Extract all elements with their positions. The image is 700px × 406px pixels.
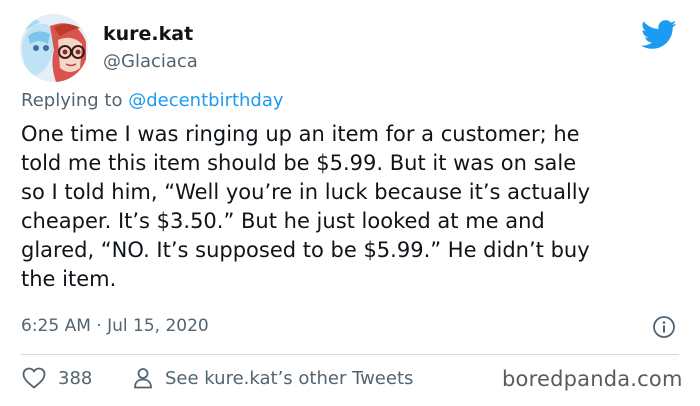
- replying-to-mention[interactable]: @decentbirthday: [128, 90, 283, 111]
- see-other-tweets-label: See kure.kat’s other Tweets: [165, 367, 414, 389]
- like-button[interactable]: 388: [22, 367, 92, 389]
- tweet-timestamp[interactable]: 6:25 AM · Jul 15, 2020: [21, 316, 209, 336]
- avatar[interactable]: [20, 14, 88, 82]
- divider: [21, 354, 679, 355]
- tweet-text-line: the item.: [21, 267, 117, 291]
- see-other-tweets-link[interactable]: See kure.kat’s other Tweets: [133, 367, 413, 389]
- info-icon[interactable]: [652, 315, 676, 339]
- tweet-text-line: cheaper. It’s $3.50.” But he just looked…: [21, 209, 545, 233]
- tweet-text-line: One time I was ringing up an item for a …: [21, 122, 580, 146]
- user-handle[interactable]: @Glaciaca: [103, 51, 198, 72]
- watermark: boredpanda.com: [502, 367, 683, 391]
- tweet-text-line: told me this item should be $5.99. But i…: [21, 151, 577, 175]
- tweet-text-line: glared, “NO. It’s supposed to be $5.99.”…: [21, 238, 590, 262]
- like-count: 388: [58, 367, 93, 389]
- display-name[interactable]: kure.kat: [103, 23, 193, 45]
- person-icon: [134, 368, 152, 389]
- replying-to-prefix: Replying to: [21, 90, 129, 111]
- twitter-bird-icon[interactable]: [641, 20, 677, 50]
- avatar-image: [20, 14, 88, 82]
- tweet-text-line: so I told him, “Well you’re in luck beca…: [21, 180, 591, 204]
- heart-icon: [22, 367, 46, 389]
- tweet-text: One time I was ringing up an item for a …: [21, 120, 686, 294]
- replying-to-line: Replying to @decentbirthday: [21, 90, 284, 111]
